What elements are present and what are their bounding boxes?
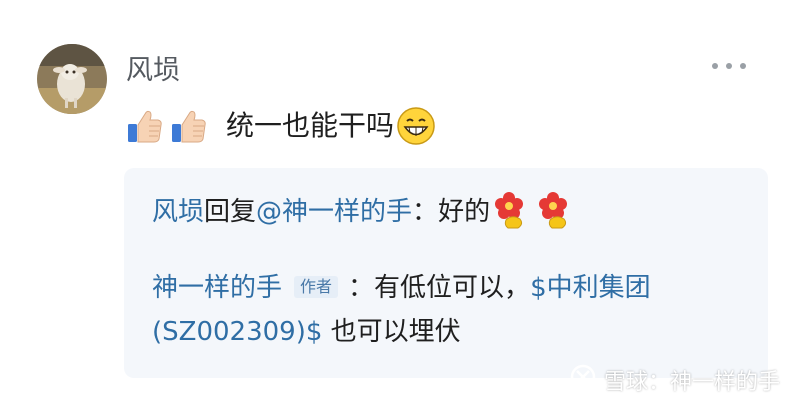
- reply-author[interactable]: 风埙: [152, 192, 204, 232]
- watermark-text: 雪球：神一样的手: [603, 370, 780, 395]
- original-text-after: 也可以埋伏: [322, 317, 461, 347]
- author-badge: 作者: [294, 276, 339, 298]
- original-author[interactable]: 神一样的手: [152, 273, 282, 303]
- reply-text: 好的: [438, 197, 491, 227]
- reply-line: 风埙 回复 @神一样的手 ： 好的: [152, 192, 572, 232]
- comment-author[interactable]: 风埙: [126, 53, 180, 89]
- avatar[interactable]: [37, 44, 107, 114]
- xueqiu-logo-icon: [570, 364, 596, 396]
- dot: [740, 63, 746, 69]
- reply-action: 回复: [204, 197, 257, 227]
- thumbs-up-icon: [126, 106, 166, 146]
- original-colon: ：: [348, 273, 375, 303]
- comment-text: 统一也能干吗: [226, 109, 395, 142]
- watermark: 雪球：神一样的手: [570, 364, 780, 396]
- dot: [726, 63, 732, 69]
- reply-quote: 风埙 回复 @神一样的手 ： 好的 神一样的手 作者 ：有低位可以，$中利集团(…: [124, 168, 768, 378]
- reply-mention[interactable]: @神一样的手: [256, 192, 412, 232]
- original-text-before: 有低位可以，: [374, 273, 531, 303]
- comment-body: 统一也能干吗: [126, 104, 440, 148]
- original-comment: 神一样的手 作者 ：有低位可以，$中利集团(SZ002309)$ 也可以埋伏: [152, 266, 752, 354]
- thumbs-up-icon: [170, 106, 210, 146]
- flower-icon: [494, 192, 528, 232]
- flower-icon: [538, 192, 572, 232]
- grinning-face-icon: [396, 106, 436, 146]
- dot: [712, 63, 718, 69]
- reply-colon: ：: [412, 197, 439, 227]
- more-options-icon[interactable]: [712, 63, 746, 69]
